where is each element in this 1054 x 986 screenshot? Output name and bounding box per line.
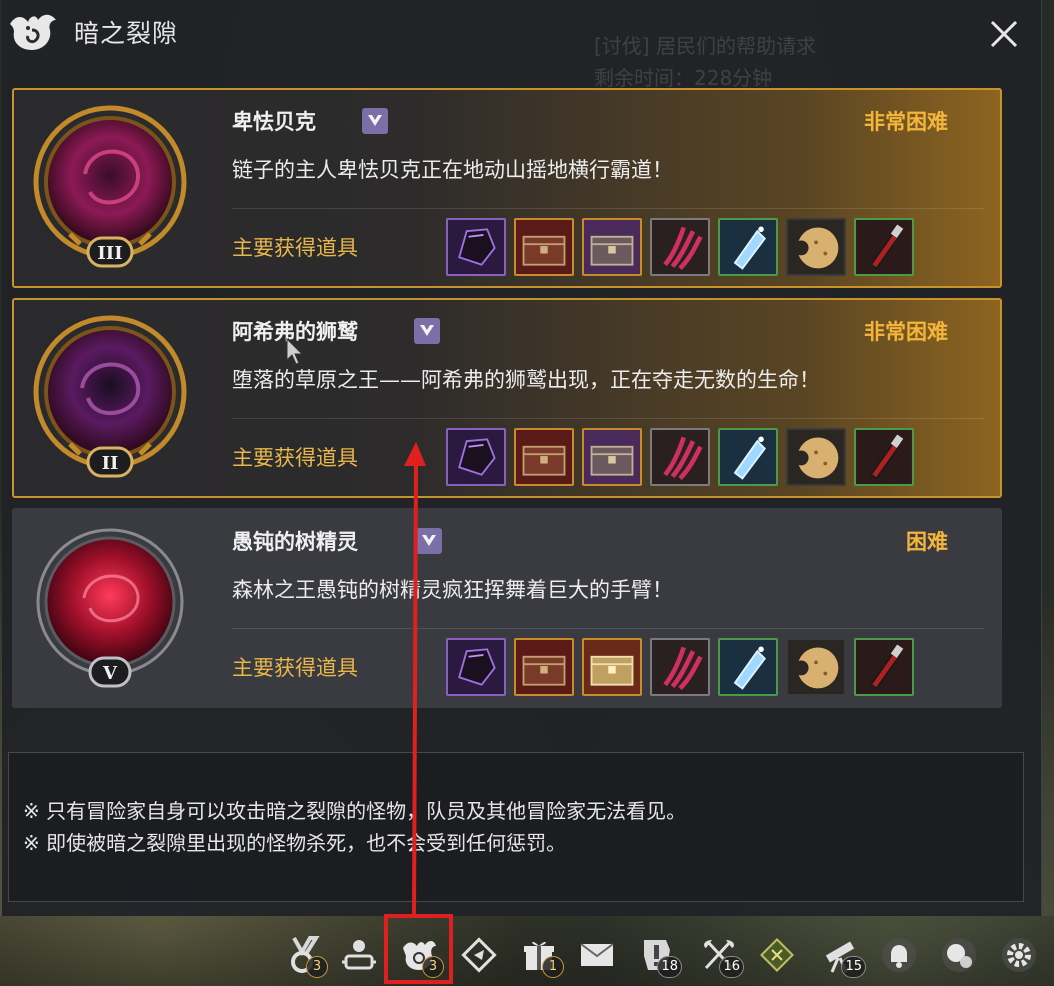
game-taskbar: 3 3 1 18 16 15 [0, 916, 1054, 986]
armor-icon[interactable] [446, 428, 506, 486]
cookie-icon[interactable] [786, 638, 846, 696]
medal-count: 3 [306, 956, 328, 978]
claw-mark-icon[interactable] [650, 638, 710, 696]
party-icon[interactable] [334, 930, 384, 980]
mail-icon[interactable] [572, 930, 622, 980]
claw-mark-icon[interactable] [650, 428, 710, 486]
rift-rank-label: II [102, 453, 119, 474]
rift-card[interactable]: III 卑怯贝克 非常困难 链子的主人卑怯贝克正在地动山摇地横行霸道！ 主要获得… [12, 88, 1002, 288]
gift-count: 1 [542, 956, 564, 978]
notice-line: ※ 只有冒险家自身可以攻击暗之裂隙的怪物，队员及其他冒险家无法看见。 [23, 799, 687, 823]
annotation-arrow-icon [404, 442, 426, 917]
rift-emblem-icon: V [36, 528, 184, 688]
chevron-down-icon[interactable] [414, 318, 440, 344]
rift-description: 链子的主人卑怯贝克正在地动山摇地横行霸道！ [232, 158, 673, 182]
rift-logo-icon [10, 14, 56, 51]
medal-icon[interactable]: 3 [278, 930, 328, 980]
divider [232, 418, 984, 419]
rift-emblem-icon: III [33, 105, 187, 268]
rift-rank-label: III [97, 243, 122, 264]
bg-quest-title: [讨伐] 居民们的帮助请求 [594, 34, 816, 58]
telescope-icon[interactable]: 15 [816, 930, 866, 980]
quest-count: 18 [657, 956, 682, 978]
armor-icon[interactable] [446, 218, 506, 276]
compass-icon[interactable] [454, 930, 504, 980]
quest-alert-icon[interactable]: 18 [632, 930, 682, 980]
claw-mark-icon[interactable] [650, 218, 710, 276]
telescope-count: 15 [841, 956, 866, 978]
dagger-icon[interactable] [854, 218, 914, 276]
reward-items [446, 428, 914, 486]
armor-icon[interactable] [446, 638, 506, 696]
rift-card[interactable]: V 愚钝的树精灵 困难 森林之王愚钝的树精灵疯狂挥舞着巨大的手臂！ 主要获得道具 [12, 508, 1002, 708]
difficulty-label: 困难 [906, 530, 948, 554]
rift-description: 堕落的草原之王——阿希弗的狮鹫出现，正在夺走无数的生命！ [232, 368, 820, 392]
close-button[interactable] [984, 14, 1024, 54]
cookie-icon[interactable] [786, 218, 846, 276]
red-chest-icon[interactable] [514, 218, 574, 276]
reward-label: 主要获得道具 [232, 446, 358, 470]
dagger-icon[interactable] [854, 638, 914, 696]
divider [232, 628, 984, 629]
cookie-icon[interactable] [786, 428, 846, 486]
chevron-down-icon[interactable] [362, 108, 388, 134]
red-chest-icon[interactable] [514, 638, 574, 696]
gold-chest-icon[interactable] [582, 638, 642, 696]
rift-description: 森林之王愚钝的树精灵疯狂挥舞着巨大的手臂！ [232, 578, 673, 602]
purple-chest-icon[interactable] [582, 218, 642, 276]
mouse-cursor-icon [286, 338, 304, 365]
background-quest-tracker: [讨伐] 居民们的帮助请求 剩余时间：228分钟 [594, 30, 816, 94]
settings-gear-icon[interactable] [994, 930, 1044, 980]
rift-emblem-icon: II [33, 315, 187, 478]
window-title: 暗之裂隙 [74, 19, 179, 48]
reward-items [446, 638, 914, 696]
rift-rank-label: V [102, 663, 118, 684]
rift-card[interactable]: II 阿希弗的狮鹫 非常困难 堕落的草原之王——阿希弗的狮鹫出现，正在夺走无数的… [12, 298, 1002, 498]
dagger-icon[interactable] [854, 428, 914, 486]
divider [232, 208, 984, 209]
chat-bubble-icon[interactable] [934, 930, 984, 980]
reward-label: 主要获得道具 [232, 236, 358, 260]
notice-panel: ※ 只有冒险家自身可以攻击暗之裂隙的怪物，队员及其他冒险家无法看见。 ※ 即使被… [8, 752, 1024, 902]
bell-icon[interactable] [874, 930, 924, 980]
boss-name: 愚钝的树精灵 [232, 530, 358, 554]
notice-line: ※ 即使被暗之裂隙里出现的怪物杀死，也不会受到任何惩罚。 [23, 831, 567, 855]
difficulty-label: 非常困难 [864, 110, 948, 134]
titlebar: 暗之裂隙 [讨伐] 居民们的帮助请求 剩余时间：228分钟 [2, 0, 1041, 90]
purple-chest-icon[interactable] [582, 428, 642, 486]
red-chest-icon[interactable] [514, 428, 574, 486]
diamond-cross-icon[interactable] [752, 930, 802, 980]
gift-icon[interactable]: 1 [514, 930, 564, 980]
difficulty-label: 非常困难 [864, 320, 948, 344]
battle-count: 16 [719, 956, 744, 978]
crystal-shard-icon[interactable] [718, 638, 778, 696]
reward-label: 主要获得道具 [232, 656, 358, 680]
boss-name: 卑怯贝克 [232, 110, 316, 134]
crossed-axes-icon[interactable]: 16 [694, 930, 744, 980]
highlight-box [384, 914, 453, 984]
crystal-shard-icon[interactable] [718, 428, 778, 486]
crystal-shard-icon[interactable] [718, 218, 778, 276]
reward-items [446, 218, 914, 276]
